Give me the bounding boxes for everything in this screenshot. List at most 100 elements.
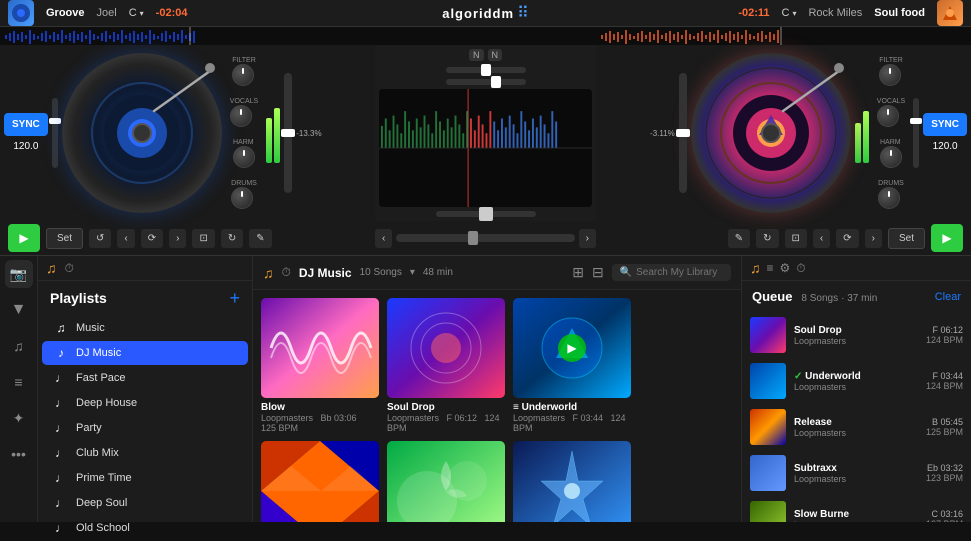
- queue-item-3[interactable]: Subtraxx Loopmasters Eb 03:32 123 BPM: [742, 450, 971, 496]
- vocals-knob-left[interactable]: [230, 105, 252, 127]
- drums-knob-right[interactable]: [878, 187, 900, 209]
- vocals-knob-right[interactable]: [877, 105, 899, 127]
- prev-btn-left[interactable]: ‹: [117, 229, 134, 248]
- song-card-release[interactable]: ≡ Release Loopmasters B 05:45 125 BPM: [261, 441, 379, 522]
- queue-right-slowburne: C 03:16 127 BPM: [926, 509, 963, 522]
- play-btn-right[interactable]: ▶: [931, 224, 963, 252]
- harm-knob-left[interactable]: [233, 146, 255, 168]
- playlist-item-deephouse[interactable]: ♩ Deep House: [42, 391, 248, 415]
- edit-btn-right[interactable]: ✎: [728, 229, 750, 248]
- pitch-slider-right[interactable]: [679, 73, 687, 193]
- level-bar-l1: [266, 118, 272, 163]
- search-box[interactable]: 🔍: [612, 264, 731, 281]
- fader-channel-right-thumb: [491, 76, 501, 88]
- sidebar-icon-music[interactable]: ▼: [5, 296, 33, 324]
- playlist-item-party[interactable]: ♩ Party: [42, 416, 248, 440]
- turntable-right[interactable]: [691, 53, 851, 213]
- playlist-item-djmusic[interactable]: ♪ DJ Music: [42, 341, 248, 365]
- clear-queue-btn[interactable]: Clear: [935, 291, 961, 303]
- deck-num-left: N: [469, 49, 484, 61]
- song-card-souldrop[interactable]: Soul Drop Loopmasters F 06:12 124 BPM: [387, 298, 505, 433]
- playlist-item-clubmix[interactable]: ♩ Club Mix: [42, 441, 248, 465]
- loop2-btn-left[interactable]: ↻: [221, 229, 243, 248]
- playlist-item-fastpace[interactable]: ♩ Fast Pace: [42, 366, 248, 390]
- pitch-slider-left[interactable]: [284, 73, 292, 193]
- cue-btn-left[interactable]: ⊡: [192, 229, 214, 248]
- playlist-item-deepsoul[interactable]: ♩ Deep Soul: [42, 491, 248, 515]
- set-btn-right[interactable]: Set: [888, 228, 925, 249]
- queue-tool-icon3[interactable]: ⚙: [780, 261, 791, 275]
- song-card-blow[interactable]: Blow Loopmasters Bb 03:06 125 BPM: [261, 298, 379, 433]
- center-mixer: N N: [375, 45, 596, 221]
- playlist-name-primetime: Prime Time: [76, 472, 132, 484]
- bpm-right: 120.0: [933, 140, 958, 153]
- harm-label-left: HARM: [233, 139, 255, 146]
- loop-btn-left[interactable]: ↺: [89, 229, 111, 248]
- filter-knob-left[interactable]: [232, 64, 254, 86]
- queue-item-0[interactable]: Soul Drop Loopmasters F 06:12 124 BPM: [742, 312, 971, 358]
- track-key-right: C ▾: [782, 7, 797, 19]
- fader-channel-left[interactable]: [446, 67, 526, 73]
- fader-channel-right[interactable]: [446, 79, 526, 85]
- sidebar-icon-star[interactable]: ✦: [5, 404, 33, 432]
- playlist-icon-deepsoul: ♩: [54, 496, 68, 510]
- queue-right-release: B 05:45 125 BPM: [926, 417, 963, 437]
- prev-global[interactable]: ‹: [375, 229, 392, 248]
- sync-btn-right[interactable]: SYNC: [923, 113, 967, 136]
- content-tool-icon[interactable]: ♫: [263, 265, 274, 281]
- playlist-item-primetime[interactable]: ♩ Prime Time: [42, 466, 248, 490]
- drums-knob-left[interactable]: [231, 187, 253, 209]
- track-key-left: C ▾: [129, 7, 144, 19]
- sidebar-icon-more[interactable]: •••: [5, 440, 33, 468]
- queue-title: Queue: [752, 289, 792, 304]
- song-card-track5[interactable]: Track 5 Loopmasters C 04:22 126 BPM: [387, 441, 505, 522]
- queue-right-underworld: F 03:44 124 BPM: [926, 371, 963, 391]
- queue-item-4[interactable]: Slow Burne Loopmasters C 03:16 127 BPM: [742, 496, 971, 522]
- queue-tool-icon2[interactable]: ≡: [767, 261, 774, 275]
- add-playlist-btn[interactable]: +: [229, 289, 240, 307]
- crossfader[interactable]: [436, 211, 536, 217]
- playlist-item-oldschool[interactable]: ♩ Old School: [42, 516, 248, 540]
- prev-btn-right[interactable]: ‹: [813, 229, 830, 248]
- filter-label-right: FILTER: [879, 57, 903, 64]
- vol-fader-right[interactable]: [913, 98, 919, 168]
- filter-icon[interactable]: ⊞: [572, 264, 584, 281]
- grid-icon[interactable]: ⊟: [592, 264, 604, 281]
- app-title: algoriddm: [442, 6, 514, 21]
- queue-tool-icon1[interactable]: ♫: [750, 260, 761, 276]
- edit-btn-left[interactable]: ✎: [249, 229, 271, 248]
- vol-fader-left[interactable]: [52, 98, 58, 168]
- playlist-tool-icon2[interactable]: ⏱: [65, 261, 74, 276]
- set-btn-left[interactable]: Set: [46, 228, 83, 249]
- queue-item-2[interactable]: Release Loopmasters B 05:45 125 BPM: [742, 404, 971, 450]
- filter-knob-right[interactable]: [879, 64, 901, 86]
- playlist-icon-music: ♫: [54, 321, 68, 335]
- sidebar-icon-note[interactable]: ♫: [5, 332, 33, 360]
- cue-btn-right[interactable]: ⊡: [785, 229, 807, 248]
- song-card-track6[interactable]: Track 6 Loopmasters D 03:55 123 BPM: [513, 441, 631, 522]
- sync-btn-left[interactable]: SYNC: [4, 113, 48, 136]
- sync2-btn-left[interactable]: ⟳: [141, 229, 163, 248]
- harm-knob-right[interactable]: [880, 146, 902, 168]
- playlist-item-music[interactable]: ♫ Music: [42, 316, 248, 340]
- track-title-left: Groove: [46, 7, 85, 19]
- turntable-left[interactable]: [62, 53, 222, 213]
- next-btn-left[interactable]: ›: [169, 229, 186, 248]
- sync2-btn-right[interactable]: ⟳: [836, 229, 858, 248]
- playlist-tool-icon1[interactable]: ♫: [46, 260, 57, 276]
- loop2-btn-right[interactable]: ↻: [756, 229, 778, 248]
- content-clock-icon[interactable]: ⏱: [282, 265, 291, 280]
- next-btn-right[interactable]: ›: [865, 229, 882, 248]
- queue-item-1[interactable]: ✓ Underworld Loopmasters F 03:44 124 BPM: [742, 358, 971, 404]
- play-btn-left[interactable]: ▶: [8, 224, 40, 252]
- queue-tool-icon4[interactable]: ⏱: [796, 261, 805, 276]
- next-global[interactable]: ›: [579, 229, 596, 248]
- progress-strip[interactable]: [396, 234, 574, 242]
- search-input[interactable]: [636, 267, 723, 278]
- queue-meta: [796, 293, 799, 304]
- queue-dur-val: 37 min: [847, 293, 877, 304]
- playlist-icon-party: ♩: [54, 421, 68, 435]
- sidebar-icon-camera[interactable]: 📷: [5, 260, 33, 288]
- sidebar-icon-list[interactable]: ≡: [5, 368, 33, 396]
- song-card-underworld[interactable]: ▶ ≡ Underworld Loopmasters F 03:44 124 B…: [513, 298, 631, 433]
